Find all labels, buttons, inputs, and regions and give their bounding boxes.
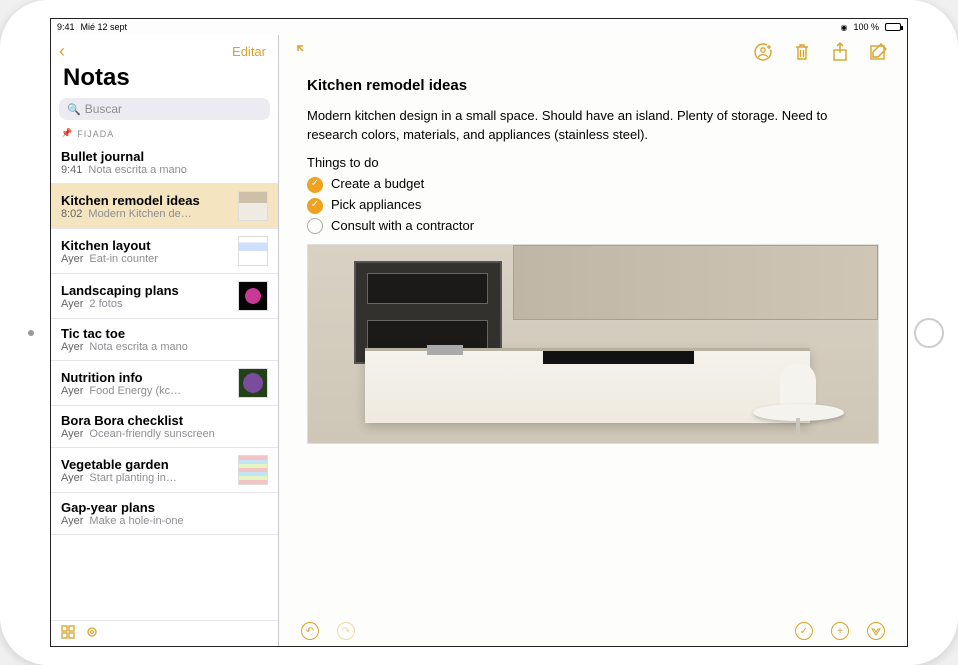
note-list-item[interactable]: Kitchen remodel ideas8:02 Modern Kitchen … — [51, 184, 278, 229]
note-list-item-preview: Nota escrita a mano — [88, 164, 186, 176]
expand-icon[interactable] — [297, 45, 311, 62]
note-list-item[interactable]: Gap-year plansAyer Make a hole-in-one — [51, 493, 278, 535]
status-date: Mié 12 sept — [81, 22, 128, 32]
note-list-item-preview: Nota escrita a mano — [89, 341, 187, 353]
add-icon[interactable]: + — [831, 622, 849, 640]
todo-label: Pick appliances — [331, 196, 421, 215]
search-placeholder: Buscar — [85, 102, 122, 116]
note-list-item-preview: Eat-in counter — [89, 253, 157, 265]
checklist-icon[interactable]: ✓ — [795, 622, 813, 640]
detail-bottom-toolbar: ↶ ↷ ✓ + — [279, 616, 907, 646]
todo-label: Consult with a contractor — [331, 217, 474, 236]
detail-toolbar — [279, 35, 907, 71]
sidebar-title: Notas — [51, 64, 278, 98]
note-list-item[interactable]: Tic tac toeAyer Nota escrita a mano — [51, 319, 278, 361]
note-list-item-time: 8:02 — [61, 208, 82, 220]
note-list-item[interactable]: Kitchen layoutAyer Eat-in counter — [51, 229, 278, 274]
note-list-item-time: Ayer — [61, 428, 83, 440]
note-list-item-preview: Modern Kitchen de… — [88, 208, 191, 220]
note-list-item-time: 9:41 — [61, 164, 82, 176]
checkbox-checked-icon[interactable]: ✓ — [307, 198, 323, 214]
status-bar: 9:41 Mié 12 sept 100 % — [51, 19, 907, 35]
checkbox-unchecked-icon[interactable] — [307, 218, 323, 234]
wifi-icon — [840, 22, 847, 32]
note-list-item-title: Bullet journal — [61, 149, 268, 164]
compose-icon[interactable] — [869, 42, 889, 65]
share-icon[interactable] — [831, 42, 849, 65]
note-detail: Kitchen remodel ideas Modern kitchen des… — [279, 35, 907, 646]
battery-icon — [885, 23, 901, 31]
edit-button[interactable]: Editar — [232, 44, 266, 59]
sidebar-toolbar — [51, 620, 278, 646]
note-list-item[interactable]: Landscaping plansAyer 2 fotos — [51, 274, 278, 319]
pin-icon: 📌 — [61, 128, 73, 139]
note-body[interactable]: Kitchen remodel ideas Modern kitchen des… — [279, 71, 907, 616]
app-content: ‹ Editar Notas 🔍 Buscar 📌 FIJADA Bullet … — [51, 35, 907, 646]
undo-icon[interactable]: ↶ — [301, 622, 319, 640]
note-list-item-time: Ayer — [61, 385, 83, 397]
pinned-section-header: 📌 FIJADA — [51, 124, 278, 142]
note-list-item-time: Ayer — [61, 515, 83, 527]
trash-icon[interactable] — [793, 42, 811, 65]
note-list-item-preview: Make a hole-in-one — [89, 515, 183, 527]
notes-list[interactable]: Bullet journal9:41 Nota escrita a mano Kit… — [51, 142, 278, 620]
add-person-icon[interactable] — [753, 42, 773, 65]
note-list-item-title: Bora Bora checklist — [61, 413, 268, 428]
redo-icon[interactable]: ↷ — [337, 622, 355, 640]
todo-item[interactable]: Consult with a contractor — [307, 217, 879, 236]
note-list-item-time: Ayer — [61, 472, 83, 484]
note-list-item[interactable]: Bora Bora checklistAyer Ocean-friendly su… — [51, 406, 278, 448]
note-list-item-preview: Start planting in… — [89, 472, 176, 484]
note-list-item-title: Gap-year plans — [61, 500, 268, 515]
home-button[interactable] — [914, 318, 944, 348]
note-list-item-title: Tic tac toe — [61, 326, 268, 341]
todo-label: Create a budget — [331, 175, 424, 194]
note-list-item-title: Landscaping plans — [61, 283, 232, 298]
note-list-item-time: Ayer — [61, 341, 83, 353]
note-list-item-title: Nutrition info — [61, 370, 232, 385]
todo-item[interactable]: ✓ Pick appliances — [307, 196, 879, 215]
note-thumbnail — [238, 455, 268, 485]
todo-item[interactable]: ✓ Create a budget — [307, 175, 879, 194]
note-paragraph: Modern kitchen design in a small space. … — [307, 107, 879, 145]
back-chevron-icon[interactable]: ‹ — [59, 41, 65, 62]
search-icon: 🔍 — [67, 103, 81, 116]
note-list-item[interactable]: Nutrition infoAyer Food Energy (kc… — [51, 361, 278, 406]
note-list-item-preview: Ocean-friendly sunscreen — [89, 428, 214, 440]
style-icon[interactable] — [867, 622, 885, 640]
status-time: 9:41 — [57, 22, 75, 32]
device-frame: 9:41 Mié 12 sept 100 % ‹ Editar Notas — [0, 0, 958, 665]
note-thumbnail — [238, 368, 268, 398]
screen: 9:41 Mié 12 sept 100 % ‹ Editar Notas — [50, 18, 908, 647]
note-list-item[interactable]: Vegetable gardenAyer Start planting in… — [51, 448, 278, 493]
note-list-item[interactable]: Bullet journal9:41 Nota escrita a mano — [51, 142, 278, 184]
note-list-item-title: Kitchen layout — [61, 238, 232, 253]
note-list-item-time: Ayer — [61, 298, 83, 310]
note-list-item-title: Vegetable garden — [61, 457, 232, 472]
note-title: Kitchen remodel ideas — [307, 75, 879, 97]
note-list-item-time: Ayer — [61, 253, 83, 265]
todo-heading: Things to do — [307, 154, 879, 173]
note-list-item-preview: 2 fotos — [89, 298, 122, 310]
note-list-item-preview: Food Energy (kc… — [89, 385, 181, 397]
note-thumbnail — [238, 191, 268, 221]
device-camera — [28, 330, 34, 336]
grid-view-icon[interactable] — [61, 625, 75, 642]
attachment-icon[interactable] — [85, 625, 99, 642]
checkbox-checked-icon[interactable]: ✓ — [307, 177, 323, 193]
note-image[interactable] — [307, 244, 879, 444]
note-list-item-title: Kitchen remodel ideas — [61, 193, 232, 208]
notes-sidebar: ‹ Editar Notas 🔍 Buscar 📌 FIJADA Bullet … — [51, 35, 279, 646]
search-input[interactable]: 🔍 Buscar — [59, 98, 270, 120]
note-thumbnail — [238, 236, 268, 266]
battery-percent: 100 % — [853, 22, 879, 32]
note-thumbnail — [238, 281, 268, 311]
